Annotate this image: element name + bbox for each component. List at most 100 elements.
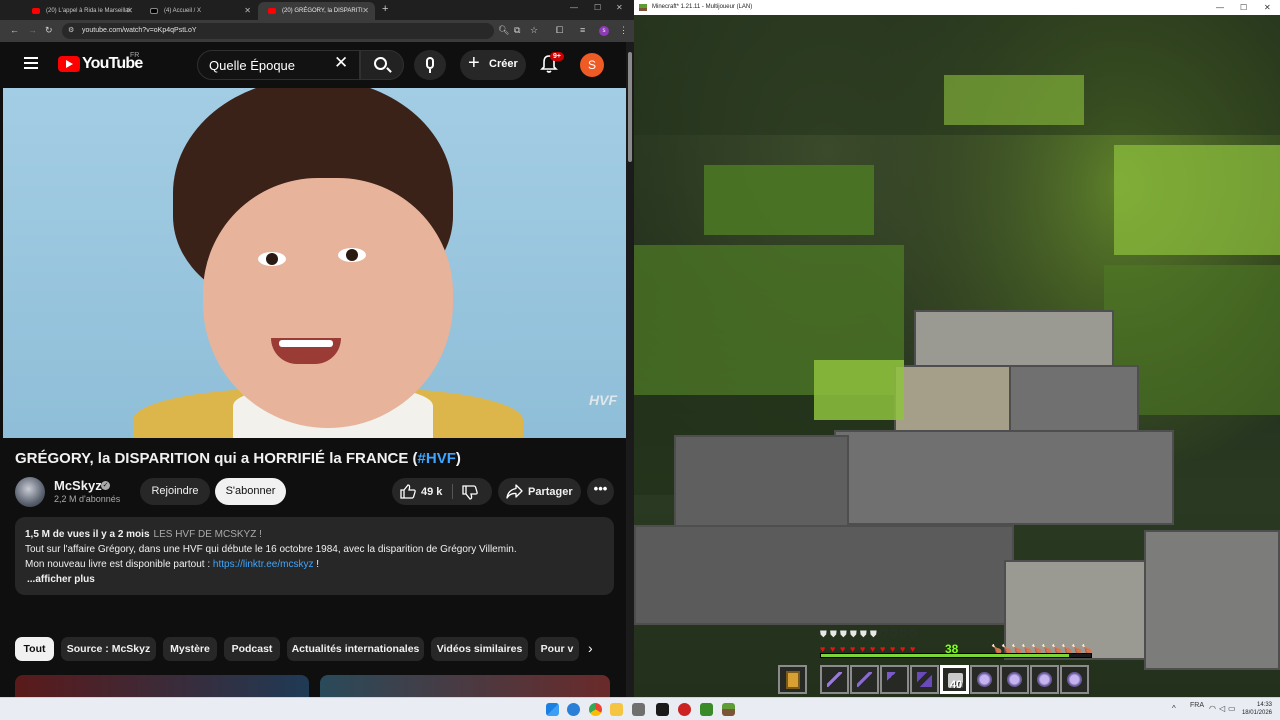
close-tab-icon[interactable]: ✕ [362,6,369,15]
wifi-icon[interactable]: ◠ [1209,704,1216,713]
account-avatar[interactable]: S [580,53,604,77]
install-app-icon[interactable]: ⧉ [514,25,520,36]
chevron-up-icon[interactable]: ^ [1172,704,1176,713]
reload-icon[interactable]: ↻ [45,25,53,36]
heart-icon: ♥ [850,644,856,654]
youtube-favicon-icon [32,8,40,14]
hotbar-slot[interactable] [850,665,879,694]
youtube-logo-icon[interactable] [58,56,80,72]
hotbar-slot[interactable] [1060,665,1089,694]
description-line: Mon nouveau livre est disponible partout… [25,559,213,570]
plus-icon[interactable]: + [382,3,388,15]
hotbar-slot[interactable] [1000,665,1029,694]
close-tab-icon[interactable]: ✕ [244,6,251,15]
hotbar-slot[interactable] [910,665,939,694]
file-explorer-icon[interactable] [610,703,623,716]
pickaxe-icon [917,672,932,687]
close-window-icon[interactable]: ✕ [1264,3,1271,12]
chip-podcast[interactable]: Podcast [224,637,280,661]
heart-icon: ♥ [820,644,826,654]
store-icon[interactable] [632,703,645,716]
page-scrollbar[interactable] [626,42,634,697]
site-info-icon[interactable]: ⚙ [68,26,74,34]
chip-source[interactable]: Source : McSkyz [61,637,156,661]
clock[interactable]: 14:33 18/01/2026 [1240,701,1272,717]
bookmark-star-icon[interactable]: ☆ [530,25,538,36]
search-value: Quelle Époque [209,58,296,73]
tab-label: (20) GRÉGORY, la DISPARITI [282,8,363,14]
stone-slab [894,365,1014,435]
recommended-thumbnail[interactable] [15,675,309,697]
like-count[interactable]: 49 k [421,486,442,498]
voice-search-button[interactable] [414,50,446,80]
windows-start-icon[interactable] [546,703,559,716]
back-icon[interactable]: ← [10,25,19,35]
clear-search-icon[interactable]: ✕ [334,53,348,73]
zoom-icon[interactable]: 🔍︎ [498,25,509,36]
maximize-icon[interactable]: ☐ [1240,3,1247,12]
hotbar-slot[interactable] [1030,665,1059,694]
hotbar-slot[interactable] [880,665,909,694]
editor-icon[interactable] [656,703,669,716]
hunger-icon: 🍗 [1051,644,1063,654]
armor-point-icon: ⛉ [910,629,917,639]
hashtag-link[interactable]: #HVF [418,450,456,467]
speaker-icon[interactable]: ◁ [1219,704,1225,713]
media-icon[interactable]: ≡ [580,25,585,35]
profile-avatar-icon[interactable]: s [599,26,609,36]
description-box[interactable]: 1,5 M de vues il y a 2 mois LES HVF DE MC… [15,517,614,595]
clock-time: 14:33 [1256,702,1272,708]
battery-icon[interactable]: ▭ [1228,704,1236,713]
search-button[interactable] [360,50,404,80]
channel-avatar[interactable] [15,477,45,507]
heart-icon: ♥ [910,644,916,654]
offhand-slot[interactable] [778,665,807,694]
create-button[interactable]: + Créer [460,50,526,80]
scroll-thumb[interactable] [628,52,632,162]
chip-mystery[interactable]: Mystère [163,637,217,661]
notification-count-badge: 9+ [550,52,564,61]
app-icon[interactable] [678,703,691,716]
chrome-icon[interactable] [589,703,602,716]
menu-kebab-icon[interactable]: ⋮ [619,25,628,36]
thumbs-up-icon[interactable] [400,484,416,499]
chip-all[interactable]: Tout [15,637,54,661]
close-window-icon[interactable]: ✕ [616,3,623,12]
url-field[interactable]: ⚙ youtube.com/watch?v=oKp4qPstLoY [62,23,494,39]
minecraft-launcher-icon[interactable] [722,703,735,716]
chip-world-news[interactable]: Actualités internationales [287,637,424,661]
maximize-icon[interactable]: ☐ [594,3,601,12]
tab-x-home[interactable]: (4) Accueil / X ✕ [140,2,257,20]
channel-name[interactable]: McSkyz [54,478,102,493]
chip-similar[interactable]: Vidéos similaires [431,637,528,661]
language-indicator[interactable]: FRA [1190,702,1204,709]
subscribe-button[interactable]: S'abonner [215,478,286,505]
armor-point-icon: ⛉ [880,629,887,639]
forward-icon[interactable]: → [28,25,37,35]
show-more-link[interactable]: ...afficher plus [25,572,604,587]
extensions-icon[interactable]: ⧠ [556,25,563,36]
minimize-icon[interactable]: — [1216,3,1224,12]
youtube-header: YouTube FR Quelle Époque ✕ + Créer 9+ S [0,42,626,88]
tab-youtube-rida[interactable]: (20) L'appel à Rida le Marseillai ✕ [22,2,139,20]
hotbar-slot[interactable] [970,665,999,694]
thumbs-down-icon[interactable] [462,485,478,500]
close-tab-icon[interactable]: ✕ [126,6,133,15]
join-button[interactable]: Rejoindre [140,478,210,505]
minecraft-game-view[interactable] [634,15,1280,697]
more-actions-button[interactable]: ••• [587,478,614,505]
minimize-icon[interactable]: — [570,3,578,12]
share-button[interactable]: Partager [498,478,581,505]
hamburger-menu-icon[interactable] [24,57,38,69]
book-link[interactable]: https://linktr.ee/mcskyz [213,559,314,570]
spear-icon [857,672,872,687]
recommended-thumbnail[interactable] [320,675,610,697]
xbox-icon[interactable] [700,703,713,716]
hotbar-slot[interactable] [820,665,849,694]
video-player[interactable]: HVF [3,88,626,438]
edge-icon[interactable] [567,703,580,716]
minecraft-window[interactable]: Minecraft* 1.21.11 - Multijoueur (LAN) —… [634,0,1280,697]
tab-youtube-gregory[interactable]: (20) GRÉGORY, la DISPARITI ✕ [258,2,375,20]
chip-for-you[interactable]: Pour v [535,637,579,661]
chevron-right-icon[interactable]: › [588,640,593,656]
